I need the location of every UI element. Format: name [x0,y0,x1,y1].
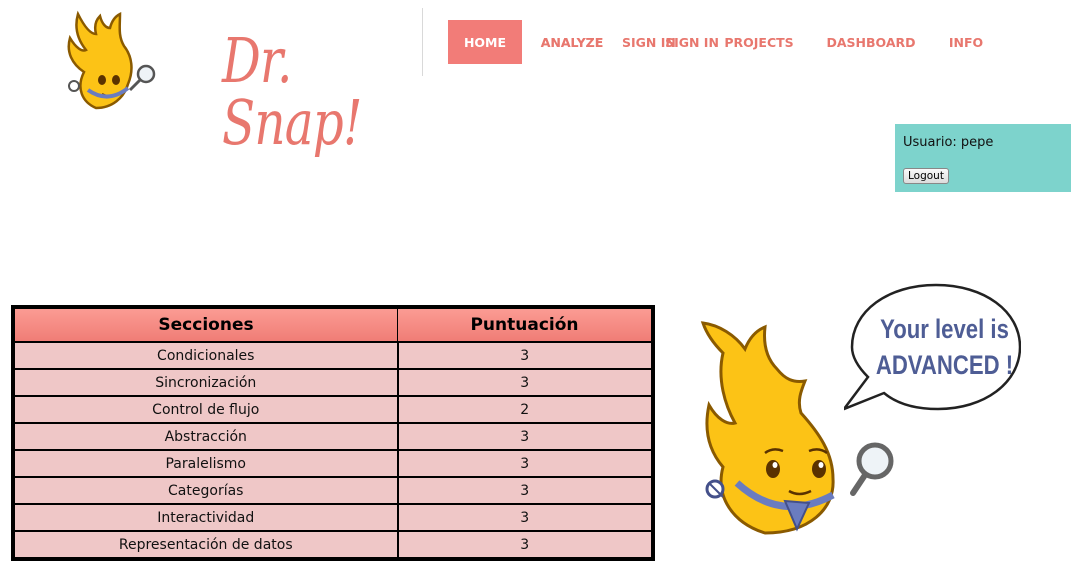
nav-sign-in-link[interactable]: SIGN IN [622,20,676,64]
section-cell: Sincronización [12,368,399,397]
score-cell: 3 [396,368,654,397]
snap-mascot-icon [67,10,156,110]
nav-projects[interactable]: PROJECTS [714,20,804,64]
table-row: Control de flujo 2 [12,395,654,424]
logout-button[interactable]: Logout [903,168,949,184]
score-cell: 3 [396,449,654,478]
score-cell: 3 [396,503,654,532]
table-row: Condicionales 3 [12,341,654,370]
section-cell: Paralelismo [12,449,399,478]
score-cell: 3 [396,422,654,451]
column-header-secciones: Secciones [12,306,398,343]
nav-analyze-link[interactable]: ANALYZE [522,20,622,64]
nav-info[interactable]: INFO [940,20,992,64]
score-cell: 3 [396,341,654,370]
score-table: Secciones Puntuación Condicionales 3 Sinc… [11,305,655,561]
section-cell: Control de flujo [12,395,399,424]
section-cell: Interactividad [12,503,399,532]
level-result-text: Your level is ADVANCED ! [872,311,1017,383]
section-cell: Categorías [12,476,399,505]
table-row: Representación de datos 3 [12,530,654,560]
column-header-puntuacion: Puntuación [397,306,654,343]
logo[interactable]: Dr. Snap! [62,8,392,154]
section-cell: Representación de datos [12,530,399,560]
level-speech-bubble: Your level is ADVANCED ! [844,283,1033,413]
table-row: Interactividad 3 [12,503,654,532]
user-panel: Usuario: pepe Logout [895,124,1071,192]
score-cell: 3 [396,476,654,505]
header-divider [422,8,423,76]
nav-home[interactable]: HOME [448,20,522,64]
table-row: Categorías 3 [12,476,654,505]
nav-links: ANALYZE SIGN IN [522,20,676,64]
table-row: Abstracción 3 [12,422,654,451]
table-header-row: Secciones Puntuación [12,306,654,343]
section-cell: Condicionales [12,341,399,370]
level-line-2: ADVANCED ! [875,350,1014,380]
score-cell: 3 [396,530,654,560]
score-cell: 2 [396,395,654,424]
section-cell: Abstracción [12,422,399,451]
table-row: Paralelismo 3 [12,449,654,478]
level-line-1: Your level is [880,314,1009,344]
table-row: Sincronización 3 [12,368,654,397]
nav-dashboard[interactable]: DASHBOARD [820,20,922,64]
user-label: Usuario: pepe [903,135,994,150]
logo-text: Dr. Snap! [222,24,362,159]
magnifier-icon [850,442,894,496]
